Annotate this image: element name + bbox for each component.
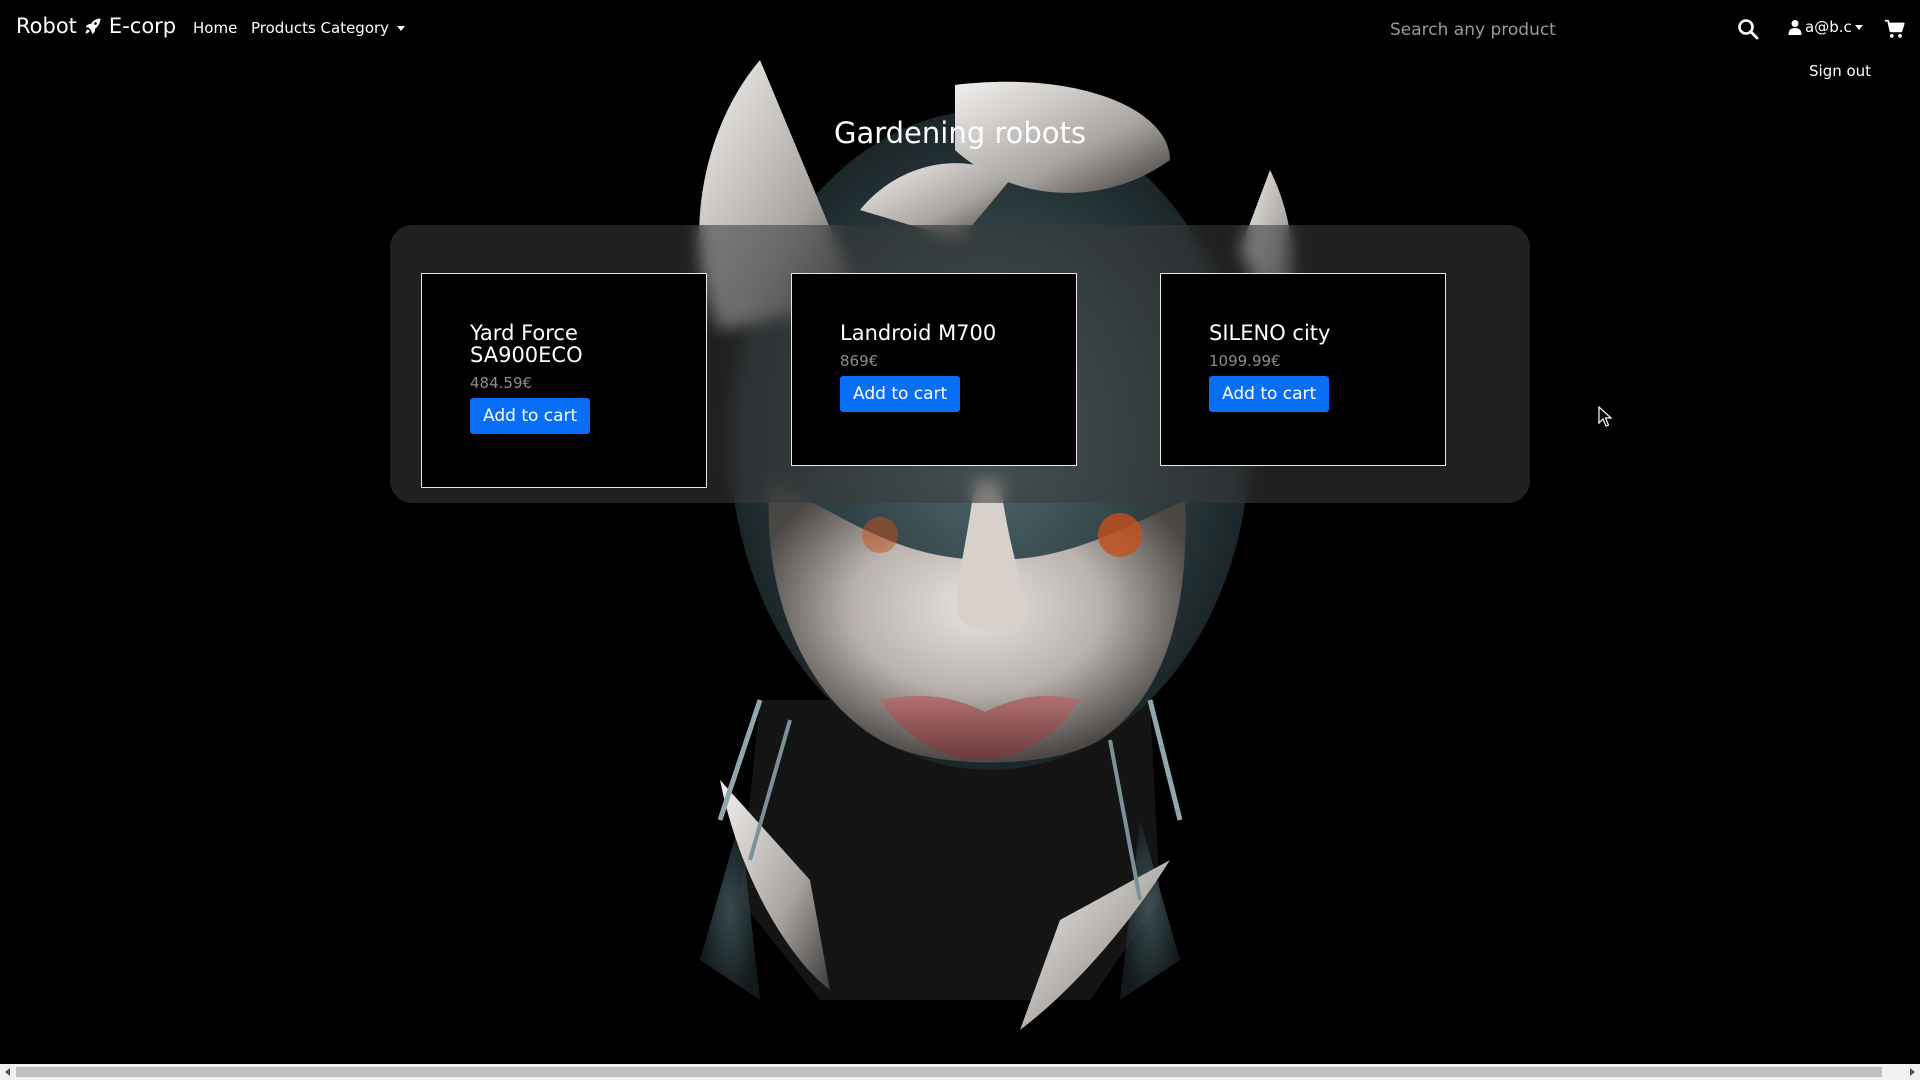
brand-name-right: E-corp bbox=[108, 14, 177, 38]
navbar: Robot E-corp Home Products Category a@b.… bbox=[0, 0, 1920, 80]
chevron-down-icon bbox=[1854, 24, 1863, 30]
product-price: 869€ bbox=[840, 352, 879, 370]
product-price: 484.59€ bbox=[470, 374, 533, 392]
add-to-cart-button[interactable]: Add to cart bbox=[1209, 376, 1330, 412]
nav-home-link[interactable]: Home bbox=[193, 19, 237, 37]
product-card: SILENO city 1099.99€ Add to cart bbox=[1160, 273, 1446, 466]
product-name: Yard Force SA900ECO bbox=[470, 321, 583, 367]
brand-logo[interactable]: Robot E-corp bbox=[16, 14, 176, 38]
user-icon bbox=[1788, 20, 1802, 35]
search-input[interactable] bbox=[1380, 14, 1730, 46]
chevron-down-icon bbox=[397, 25, 406, 31]
robot-face-background-image bbox=[699, 60, 1293, 1030]
product-price: 1099.99€ bbox=[1209, 352, 1281, 370]
add-to-cart-button[interactable]: Add to cart bbox=[470, 398, 591, 434]
product-name: SILENO city bbox=[1209, 321, 1331, 345]
scrollbar-thumb[interactable] bbox=[16, 1067, 1882, 1077]
mouse-cursor-icon bbox=[1598, 406, 1613, 427]
brand-name-left: Robot bbox=[16, 14, 77, 38]
product-name: Landroid M700 bbox=[840, 321, 997, 345]
product-card: Landroid M700 869€ Add to cart bbox=[791, 273, 1077, 466]
horizontal-scrollbar[interactable] bbox=[0, 1064, 1920, 1080]
page: Robot E-corp Home Products Category a@b.… bbox=[0, 0, 1920, 1080]
products-category-dropdown[interactable]: Products Category bbox=[251, 19, 406, 37]
scroll-left-arrow-icon[interactable] bbox=[5, 1068, 10, 1076]
products-category-label: Products Category bbox=[251, 19, 390, 37]
user-account-dropdown[interactable]: a@b.c bbox=[1788, 18, 1863, 36]
search-icon[interactable] bbox=[1736, 17, 1760, 41]
product-card: Yard Force SA900ECO 484.59€ Add to cart bbox=[421, 273, 707, 488]
scroll-right-arrow-icon[interactable] bbox=[1910, 1068, 1915, 1076]
sign-out-link[interactable]: Sign out bbox=[1809, 62, 1871, 80]
shopping-cart-icon[interactable] bbox=[1884, 18, 1906, 40]
rocket-icon bbox=[85, 18, 101, 35]
user-email: a@b.c bbox=[1805, 18, 1852, 36]
page-title: Gardening robots bbox=[833, 116, 1086, 150]
add-to-cart-button[interactable]: Add to cart bbox=[840, 376, 961, 412]
